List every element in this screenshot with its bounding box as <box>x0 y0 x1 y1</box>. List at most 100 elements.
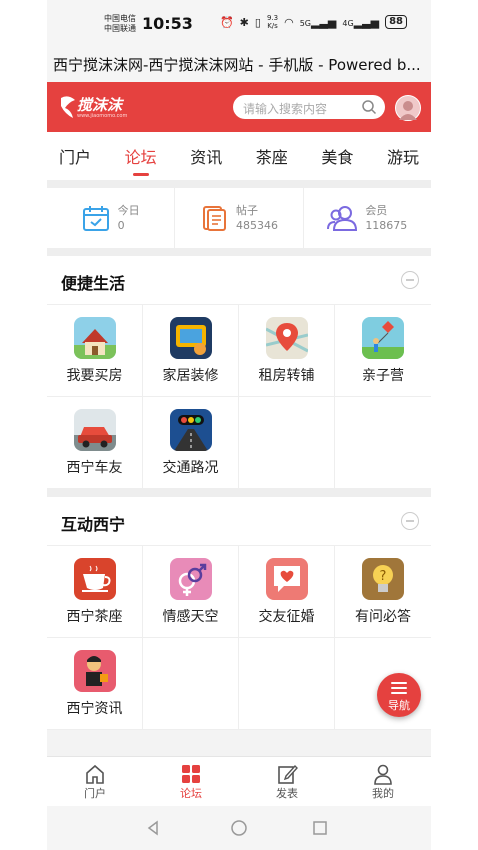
signal-5g: 5G▂▃▅ <box>299 15 337 29</box>
calendar-icon <box>82 206 109 231</box>
tab-food[interactable]: 美食 <box>321 144 353 168</box>
bottom-nav-label: 门户 <box>84 787 106 800</box>
battery-icon: 88 <box>385 15 407 29</box>
menu-icon <box>391 682 407 697</box>
recents-icon[interactable] <box>313 821 327 835</box>
search-placeholder: 请输入搜索内容 <box>243 102 328 116</box>
tea-cup-icon <box>73 557 116 600</box>
system-nav-bar <box>47 806 431 850</box>
car-icon <box>73 408 116 451</box>
tab-portal[interactable]: 门户 <box>59 144 91 168</box>
grid-icon <box>182 765 200 783</box>
net-speed: 9.3 K/s <box>267 14 278 30</box>
clock: 10:53 <box>142 14 193 33</box>
members-icon <box>327 206 358 231</box>
stat-posts-value: 485346 <box>235 219 278 232</box>
site-logo[interactable]: 搅沫沫 www.jiaomomo.com <box>57 92 129 122</box>
logo-mark-icon <box>61 96 75 118</box>
empty-cell <box>239 397 335 489</box>
logo-text: 搅沫沫 <box>77 96 123 114</box>
heart-chat-icon <box>265 557 308 600</box>
shortcut-label: 交通路况 <box>162 459 219 476</box>
shortcut-buy-house[interactable]: 我要买房 <box>47 305 143 397</box>
forum-qa[interactable]: ? 有问必答 <box>335 546 431 638</box>
section-header: 便捷生活 <box>47 256 431 305</box>
forum-label: 情感天空 <box>162 608 219 625</box>
forum-news[interactable]: 西宁资讯 <box>47 638 143 730</box>
forum-label: 西宁资讯 <box>66 700 123 717</box>
net-speed-value: 9.3 <box>266 14 279 22</box>
carrier-1: 中国电信 <box>104 14 136 23</box>
stat-members-label: 会员 <box>365 204 388 217</box>
search-icon[interactable] <box>361 99 377 115</box>
avatar[interactable] <box>395 95 421 121</box>
forum-label: 西宁茶座 <box>66 608 123 625</box>
traffic-light-icon <box>169 408 212 451</box>
shortcut-label: 我要买房 <box>66 367 123 384</box>
tab-news[interactable]: 资讯 <box>190 144 222 168</box>
shortcut-car-club[interactable]: 西宁车友 <box>47 397 143 489</box>
search-input[interactable]: 请输入搜索内容 <box>233 95 385 119</box>
signal-4g: 4G▂▃▅ <box>342 15 380 29</box>
shortcut-label: 亲子营 <box>362 367 404 384</box>
page-title: 西宁搅沫沫网-西宁搅沫沫网站 - 手机版 - Powered b... <box>47 48 431 82</box>
shortcut-home-decor[interactable]: 家居装修 <box>143 305 239 397</box>
nav-float-button[interactable]: 导航 <box>377 673 421 717</box>
logo-subtext: www.jiaomomo.com <box>77 113 128 119</box>
shortcut-rent-shop[interactable]: 租房转铺 <box>239 305 335 397</box>
stat-posts: 帖子 485346 <box>175 188 304 248</box>
kite-icon <box>362 316 404 359</box>
edit-icon <box>278 764 298 784</box>
shortcut-label: 家居装修 <box>162 367 219 384</box>
vibrate-icon: ▯ <box>254 15 261 29</box>
tab-travel[interactable]: 游玩 <box>387 144 419 168</box>
divider <box>47 248 431 256</box>
map-pin-icon <box>265 316 308 359</box>
stat-posts-label: 帖子 <box>235 204 258 217</box>
section-title: 互动西宁 <box>61 515 126 534</box>
shortcut-parent-child[interactable]: 亲子营 <box>335 305 431 397</box>
nav-float-label: 导航 <box>388 699 410 712</box>
divider <box>47 489 431 497</box>
carrier-info: 中国电信 中国联通 <box>104 14 136 34</box>
carrier-2: 中国联通 <box>104 24 136 33</box>
collapse-icon[interactable] <box>401 512 419 530</box>
forum-teahouse[interactable]: 西宁茶座 <box>47 546 143 638</box>
home-button-icon[interactable] <box>231 820 247 836</box>
sofa-icon <box>169 316 212 359</box>
bottom-nav-forum[interactable]: 论坛 <box>143 757 239 807</box>
tab-teahouse[interactable]: 茶座 <box>256 144 288 168</box>
bottom-nav-label: 论坛 <box>180 787 202 800</box>
bottom-nav-portal[interactable]: 门户 <box>47 757 143 807</box>
gender-icon <box>169 557 212 600</box>
tab-forum[interactable]: 论坛 <box>125 144 157 176</box>
forum-dating[interactable]: 交友征婚 <box>239 546 335 638</box>
stat-today-label: 今日 <box>117 204 140 217</box>
collapse-icon[interactable] <box>401 271 419 289</box>
empty-cell <box>143 638 239 730</box>
user-avatar-icon <box>399 101 417 120</box>
forum-label: 有问必答 <box>355 608 411 625</box>
bottom-nav: 门户 论坛 发表 我的 <box>47 756 431 807</box>
forum-label: 交友征婚 <box>258 608 315 625</box>
svg-text:?: ? <box>380 569 387 584</box>
back-icon[interactable] <box>147 820 158 836</box>
signal-4g-label: 4G <box>342 18 354 28</box>
forum-grid: 西宁茶座 情感天空 交友征婚 ? 有问必答 西宁资讯 <box>47 546 431 730</box>
bottom-nav-mine[interactable]: 我的 <box>335 757 431 807</box>
net-speed-unit: K/s <box>267 22 278 30</box>
status-bar: 中国电信 中国联通 10:53 ⏰ ✱ ▯ 9.3 K/s ◠ 5G▂▃▅ 4G… <box>47 0 431 48</box>
stat-today-value: 0 <box>117 219 125 232</box>
divider <box>47 180 431 188</box>
section-convenient-life: 便捷生活 我要买房 家居装修 租房转铺 亲子营 西宁车友 交通路况 <box>47 256 431 489</box>
bluetooth-icon: ✱ <box>239 15 249 29</box>
stat-members-value: 118675 <box>365 219 408 232</box>
house-icon <box>73 316 116 359</box>
home-icon <box>86 764 104 784</box>
shortcut-label: 西宁车友 <box>66 459 123 476</box>
channel-tabs: 门户 论坛 资讯 茶座 美食 游玩 <box>47 132 431 180</box>
bottom-nav-post[interactable]: 发表 <box>239 757 335 807</box>
shortcut-traffic[interactable]: 交通路况 <box>143 397 239 489</box>
forum-emotion[interactable]: 情感天空 <box>143 546 239 638</box>
document-icon <box>202 206 226 231</box>
